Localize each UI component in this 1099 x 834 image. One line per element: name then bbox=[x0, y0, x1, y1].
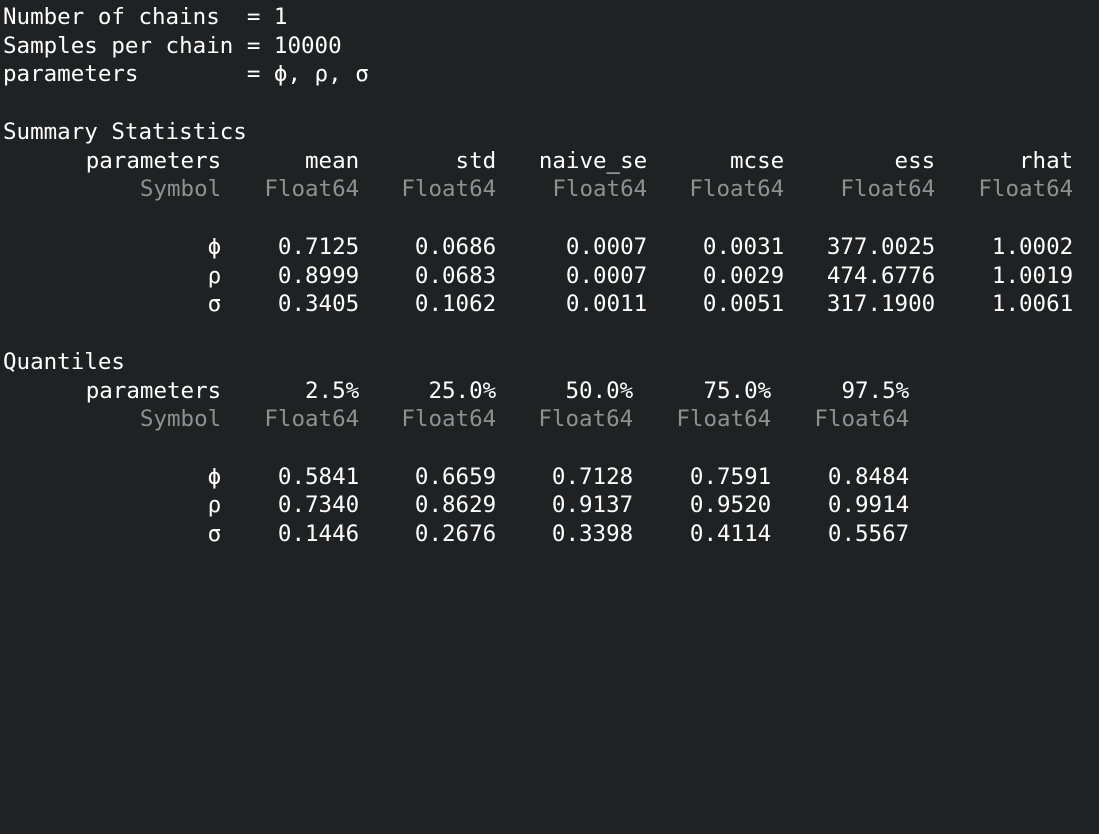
quantiles-col-75-0: 75.0% bbox=[703, 378, 772, 404]
summary-col-ess: ess bbox=[894, 148, 936, 174]
chains-line: Number of chains = 1 bbox=[3, 4, 288, 30]
terminal-output: Number of chains = 1 Samples per chain =… bbox=[0, 0, 1099, 570]
quantiles-type-row: Symbol Float64 Float64 Float64 Float64 F… bbox=[3, 405, 909, 434]
summary-row-sigma-rhat: 1.0061 bbox=[991, 291, 1074, 317]
quantiles-row-sigma: σ 0.1446 0.2676 0.3398 0.4114 0.5567 bbox=[3, 520, 910, 549]
summary-row-sigma-ess: 317.1900 bbox=[826, 291, 936, 317]
summary-row-sigma-mean: 0.3405 bbox=[277, 291, 360, 317]
summary-col-mcse: mcse bbox=[730, 148, 785, 174]
summary-row-rho-param: ρ bbox=[207, 263, 222, 289]
quantiles-col-2-5: 2.5% bbox=[305, 378, 360, 404]
summary-row-rho-naive-se: 0.0007 bbox=[565, 263, 648, 289]
summary-type-parameters: Symbol bbox=[139, 176, 222, 202]
summary-title: Summary Statistics bbox=[3, 119, 247, 145]
summary-header-row: parameters mean std naive_se mcse ess rh… bbox=[3, 147, 1073, 176]
summary-row-phi: ϕ 0.7125 0.0686 0.0007 0.0031 377.0025 1… bbox=[3, 233, 1074, 262]
quantiles-row-sigma-param: σ bbox=[207, 521, 222, 547]
quantiles-type-2-5: Float64 bbox=[264, 406, 360, 432]
quantiles-col-50-0: 50.0% bbox=[565, 378, 634, 404]
quantiles-row-sigma-25-0: 0.2676 bbox=[414, 521, 497, 547]
quantiles-type-75-0: Float64 bbox=[676, 406, 772, 432]
summary-row-phi-std: 0.0686 bbox=[414, 234, 497, 260]
quantiles-row-sigma-50-0: 0.3398 bbox=[551, 521, 634, 547]
summary-col-parameters: parameters bbox=[85, 148, 222, 174]
summary-col-naive-se: naive_se bbox=[538, 148, 648, 174]
quantiles-title: Quantiles bbox=[3, 349, 125, 375]
quantiles-row-rho: ρ 0.7340 0.8629 0.9137 0.9520 0.9914 bbox=[3, 491, 910, 520]
summary-row-rho-mean: 0.8999 bbox=[277, 263, 360, 289]
summary-row-sigma: σ 0.3405 0.1062 0.0011 0.0051 317.1900 1… bbox=[3, 290, 1074, 319]
summary-type-row: Symbol Float64 Float64 Float64 Float64 F… bbox=[3, 175, 1073, 204]
summary-row-rho-rhat: 1.0019 bbox=[991, 263, 1074, 289]
quantiles-row-rho-97-5: 0.9914 bbox=[827, 492, 910, 518]
quantiles-row-phi-25-0: 0.6659 bbox=[414, 464, 497, 490]
quantiles-type-parameters: Symbol bbox=[139, 406, 222, 432]
summary-row-sigma-naive-se: 0.0011 bbox=[565, 291, 648, 317]
quantiles-row-sigma-2-5: 0.1446 bbox=[277, 521, 360, 547]
quantiles-type-97-5: Float64 bbox=[814, 406, 910, 432]
quantiles-col-97-5: 97.5% bbox=[841, 378, 910, 404]
quantiles-row-phi: ϕ 0.5841 0.6659 0.7128 0.7591 0.8484 bbox=[3, 463, 910, 492]
summary-row-sigma-mcse: 0.0051 bbox=[702, 291, 785, 317]
quantiles-row-phi-97-5: 0.8484 bbox=[827, 464, 910, 490]
samples-line: Samples per chain = 10000 bbox=[3, 33, 342, 59]
summary-row-phi-ess: 377.0025 bbox=[826, 234, 936, 260]
summary-row-phi-param: ϕ bbox=[207, 234, 222, 260]
quantiles-row-rho-param: ρ bbox=[207, 492, 222, 518]
quantiles-row-rho-2-5: 0.7340 bbox=[277, 492, 360, 518]
summary-type-std: Float64 bbox=[401, 176, 497, 202]
summary-type-rhat: Float64 bbox=[978, 176, 1074, 202]
quantiles-type-25-0: Float64 bbox=[401, 406, 497, 432]
summary-col-rhat: rhat bbox=[1019, 148, 1074, 174]
summary-row-rho: ρ 0.8999 0.0683 0.0007 0.0029 474.6776 1… bbox=[3, 262, 1074, 291]
summary-row-rho-std: 0.0683 bbox=[414, 263, 497, 289]
summary-row-sigma-param: σ bbox=[207, 291, 222, 317]
summary-row-rho-mcse: 0.0029 bbox=[702, 263, 785, 289]
summary-row-rho-ess: 474.6776 bbox=[826, 263, 936, 289]
summary-row-phi-naive-se: 0.0007 bbox=[565, 234, 648, 260]
quantiles-row-phi-50-0: 0.7128 bbox=[551, 464, 634, 490]
summary-row-sigma-std: 0.1062 bbox=[414, 291, 497, 317]
quantiles-row-rho-50-0: 0.9137 bbox=[551, 492, 634, 518]
summary-row-phi-mcse: 0.0031 bbox=[702, 234, 785, 260]
quantiles-row-rho-25-0: 0.8629 bbox=[414, 492, 497, 518]
summary-type-ess: Float64 bbox=[840, 176, 936, 202]
quantiles-row-phi-param: ϕ bbox=[207, 464, 222, 490]
quantiles-row-sigma-97-5: 0.5567 bbox=[827, 521, 910, 547]
summary-type-mcse: Float64 bbox=[689, 176, 785, 202]
summary-col-std: std bbox=[455, 148, 497, 174]
quantiles-row-sigma-75-0: 0.4114 bbox=[689, 521, 772, 547]
summary-type-naive-se: Float64 bbox=[552, 176, 648, 202]
summary-row-phi-mean: 0.7125 bbox=[277, 234, 360, 260]
quantiles-header-row: parameters 2.5% 25.0% 50.0% 75.0% 97.5% bbox=[3, 377, 909, 406]
quantiles-col-parameters: parameters bbox=[85, 378, 222, 404]
summary-type-mean: Float64 bbox=[264, 176, 360, 202]
quantiles-type-50-0: Float64 bbox=[538, 406, 634, 432]
quantiles-row-phi-75-0: 0.7591 bbox=[689, 464, 772, 490]
quantiles-col-25-0: 25.0% bbox=[428, 378, 497, 404]
quantiles-row-phi-2-5: 0.5841 bbox=[277, 464, 360, 490]
summary-row-phi-rhat: 1.0002 bbox=[991, 234, 1074, 260]
parameters-line: parameters = ϕ, ρ, σ bbox=[3, 61, 369, 87]
quantiles-row-rho-75-0: 0.9520 bbox=[689, 492, 772, 518]
summary-col-mean: mean bbox=[305, 148, 360, 174]
